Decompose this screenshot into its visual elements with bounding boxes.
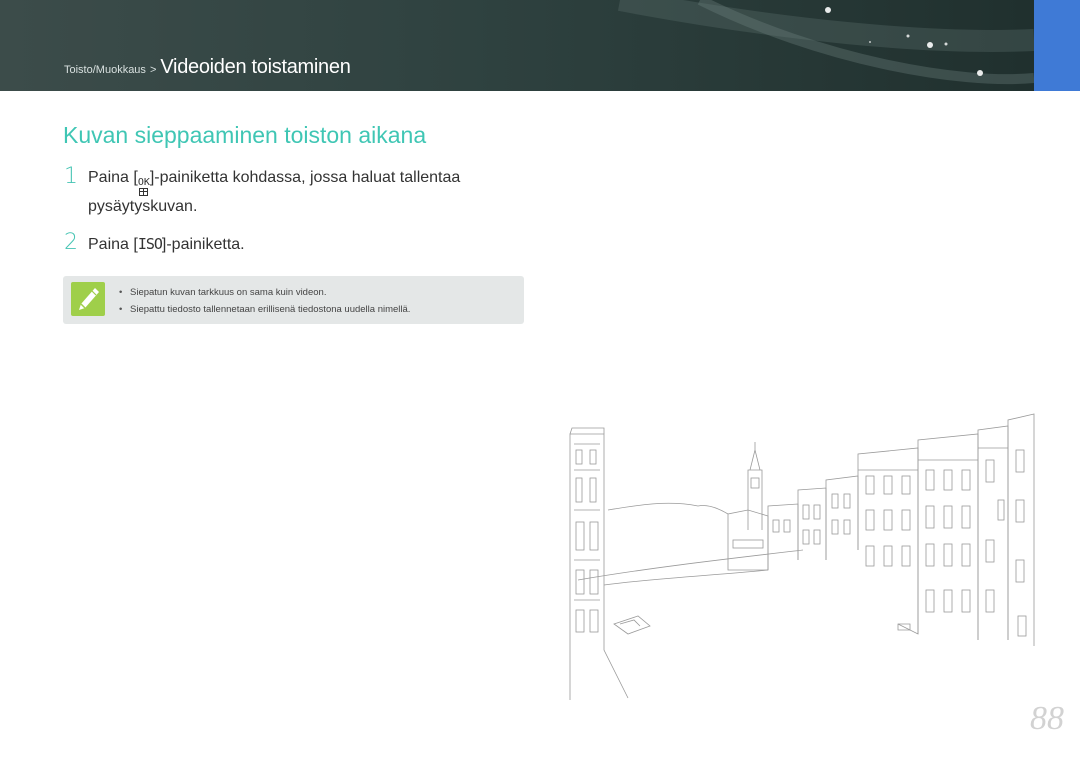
iso-button-label: ISO	[137, 235, 163, 253]
note-box: Siepatun kuvan tarkkuus on sama kuin vid…	[63, 276, 524, 324]
step-text-prefix: Paina [	[88, 236, 138, 253]
pen-note-icon	[71, 282, 105, 316]
note-item: Siepatun kuvan tarkkuus on sama kuin vid…	[119, 284, 410, 301]
chapter-tab[interactable]	[1034, 0, 1080, 91]
section-title: Kuvan sieppaaminen toiston aikana	[63, 122, 427, 148]
breadcrumb-separator: >	[149, 64, 157, 76]
ok-button-icon: OK	[138, 178, 150, 196]
breadcrumb-current: Videoiden toistaminen	[160, 56, 351, 78]
breadcrumb: Toisto/Muokkaus > Videoiden toistaminen	[64, 56, 351, 79]
chapter-header: Toisto/Muokkaus > Videoiden toistaminen	[0, 0, 1034, 91]
note-item: Siepattu tiedosto tallennetaan erillisen…	[119, 301, 410, 318]
step-number: 1	[64, 164, 78, 189]
step-text: Paina [OK]-painiketta kohdassa, jossa ha…	[88, 167, 528, 218]
breadcrumb-parent[interactable]: Toisto/Muokkaus	[64, 64, 146, 76]
step-text-prefix: Paina [	[88, 169, 138, 186]
note-list: Siepatun kuvan tarkkuus on sama kuin vid…	[119, 284, 410, 318]
step-number: 2	[64, 230, 78, 255]
ok-button-label: OK	[137, 177, 150, 188]
page-number: 88	[1030, 700, 1064, 737]
step-text: Paina [ISO]-painiketta.	[88, 233, 528, 256]
step-text-suffix: ]-painiketta.	[161, 236, 245, 253]
venice-canal-illustration	[569, 413, 1035, 700]
